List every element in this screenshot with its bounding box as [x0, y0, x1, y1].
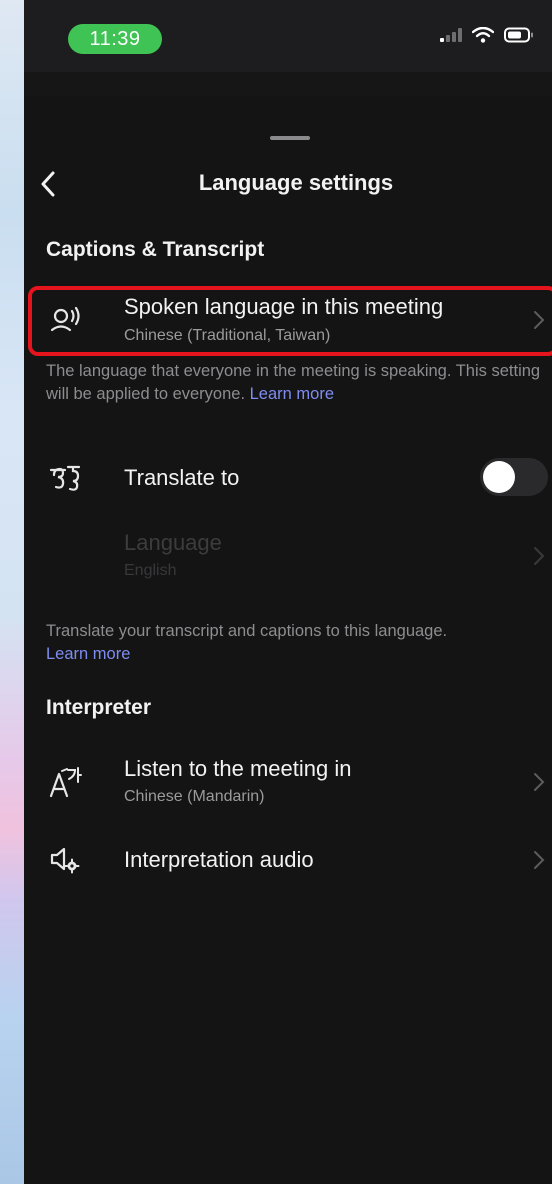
- status-time: 11:39: [68, 24, 162, 54]
- learn-more-link[interactable]: Learn more: [46, 645, 130, 663]
- listen-language-value: Chinese (Mandarin): [124, 788, 265, 805]
- chevron-right-icon: [534, 547, 545, 565]
- translate-note-text: Translate your transcript and captions t…: [46, 622, 448, 640]
- language-settings-sheet: Language settings Captions & Transcript …: [24, 96, 552, 1184]
- translate-to-title: Translate to: [124, 465, 240, 490]
- translate-toggle[interactable]: [480, 458, 548, 496]
- battery-icon: [504, 27, 533, 43]
- listen-language-row[interactable]: Listen to the meeting in Chinese (Mandar…: [24, 752, 552, 812]
- chevron-right-icon: [534, 773, 545, 791]
- status-bar: 11:39: [24, 0, 552, 72]
- listen-language-title: Listen to the meeting in: [124, 756, 352, 781]
- spoken-language-note: The language that everyone in the meetin…: [46, 360, 542, 406]
- translate-note: Translate your transcript and captions t…: [46, 620, 542, 666]
- interpretation-audio-title: Interpretation audio: [124, 847, 314, 872]
- translate-to-row: Translate to: [24, 458, 552, 498]
- translate-icon: [48, 461, 82, 495]
- language-title: Language: [124, 530, 222, 555]
- language-row[interactable]: Language English: [24, 528, 552, 584]
- sheet-grabber[interactable]: [270, 136, 310, 140]
- status-icons: [440, 27, 534, 43]
- language-value: English: [124, 562, 177, 579]
- chevron-right-icon: [534, 851, 545, 869]
- highlight-box: [28, 286, 552, 356]
- page-title: Language settings: [198, 170, 394, 195]
- section-title-captions: Captions & Transcript: [46, 238, 265, 261]
- phone-screen: 11:39 Language settings Captions & Trans…: [24, 0, 552, 1184]
- background-wallpaper: [0, 0, 24, 1184]
- toggle-knob: [483, 461, 515, 493]
- section-title-interpreter: Interpreter: [46, 696, 152, 719]
- learn-more-link[interactable]: Learn more: [250, 385, 334, 403]
- interpretation-audio-row[interactable]: Interpretation audio: [24, 840, 552, 880]
- language-interpretation-icon: [48, 766, 82, 800]
- wifi-icon: [472, 27, 494, 43]
- speaker-settings-icon: [48, 843, 82, 877]
- cellular-signal-icon: [440, 28, 462, 42]
